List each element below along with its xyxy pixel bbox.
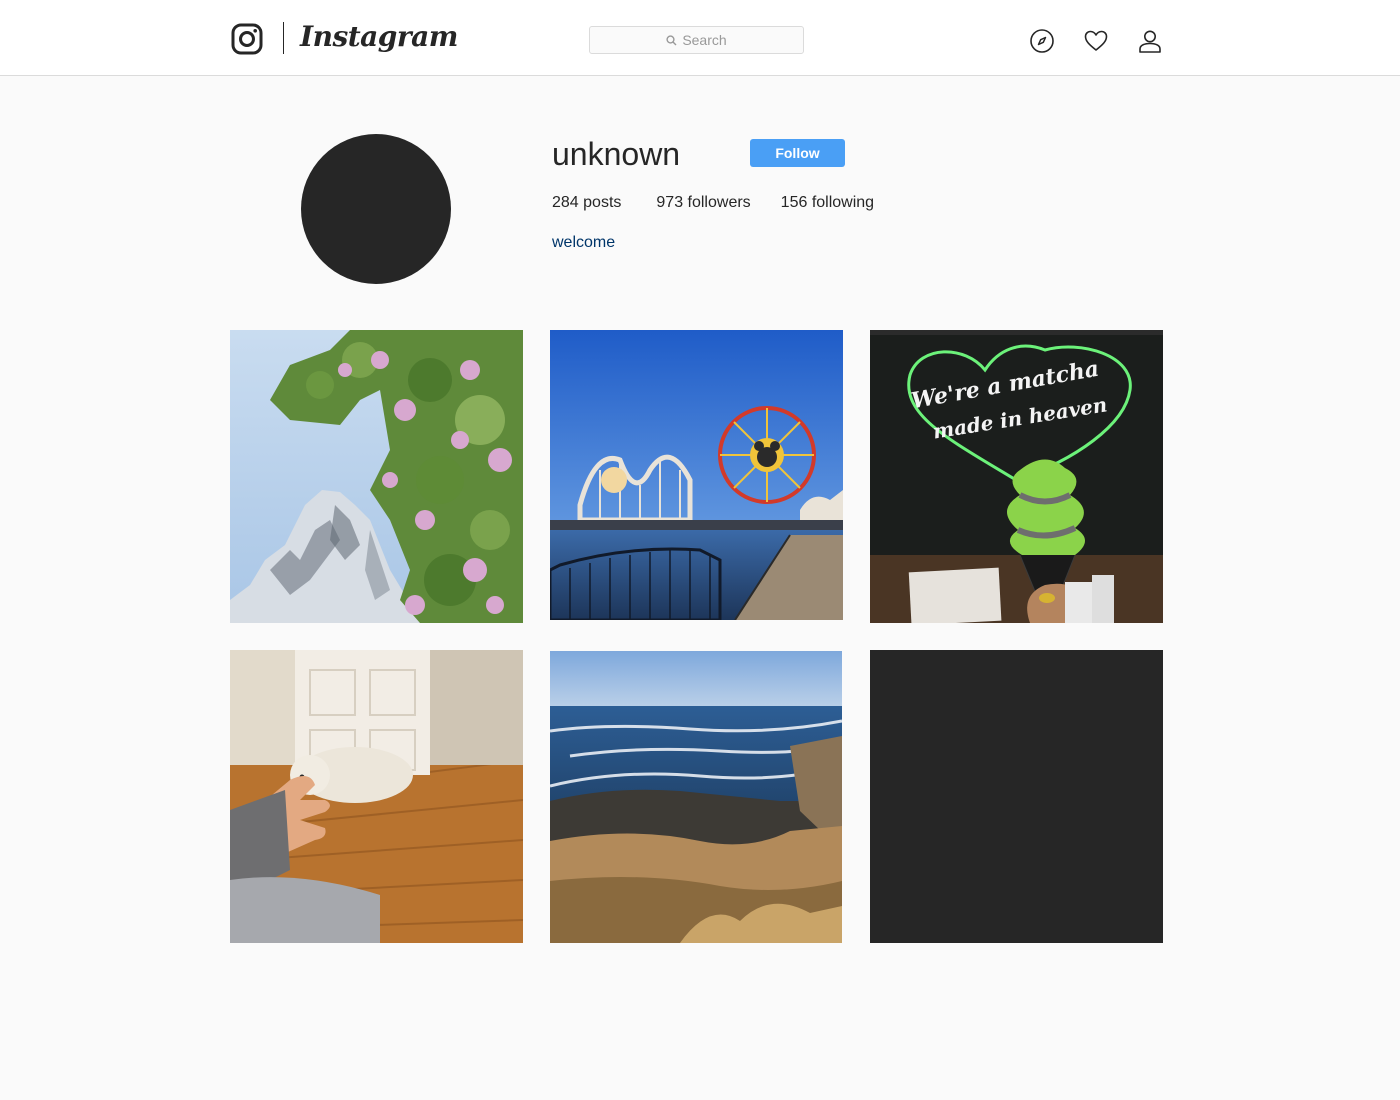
- post-thumbnail-pier[interactable]: [550, 330, 843, 620]
- post-thumbnail-empty[interactable]: [870, 650, 1163, 943]
- compass-icon[interactable]: [1029, 28, 1055, 54]
- followers-count[interactable]: 973 followers: [656, 194, 750, 212]
- profile-username: unknown: [552, 136, 681, 172]
- post-thumbnail-matcha[interactable]: We're a matcha made in heaven: [870, 330, 1163, 623]
- profile-avatar[interactable]: [301, 134, 451, 284]
- mountain-blossom-image: [230, 330, 523, 623]
- following-count[interactable]: 156 following: [781, 194, 874, 212]
- profile-bio: welcome: [552, 234, 616, 251]
- profile-stats: 284 posts 973 followers 156 following: [552, 194, 909, 212]
- search-icon: [666, 34, 677, 45]
- post-thumbnail-mountain[interactable]: [230, 330, 523, 623]
- posts-count: 284 posts: [552, 194, 622, 211]
- instagram-logo-icon[interactable]: [231, 23, 263, 55]
- pier-ferris-wheel-image: [550, 330, 843, 620]
- instagram-wordmark[interactable]: Instagram: [300, 20, 458, 53]
- logo-divider: [283, 22, 284, 54]
- ocean-beach-image: [550, 651, 842, 943]
- search-placeholder: Search: [682, 32, 727, 48]
- follow-button[interactable]: Follow: [750, 139, 845, 167]
- post-thumbnail-dog[interactable]: [230, 650, 523, 943]
- post-thumbnail-beach[interactable]: [550, 651, 842, 943]
- heart-icon[interactable]: [1083, 28, 1109, 54]
- dog-on-floor-image: [230, 650, 523, 943]
- top-navigation-bar: Instagram Search: [0, 0, 1400, 76]
- user-icon[interactable]: [1137, 28, 1163, 54]
- search-input[interactable]: Search: [589, 26, 804, 54]
